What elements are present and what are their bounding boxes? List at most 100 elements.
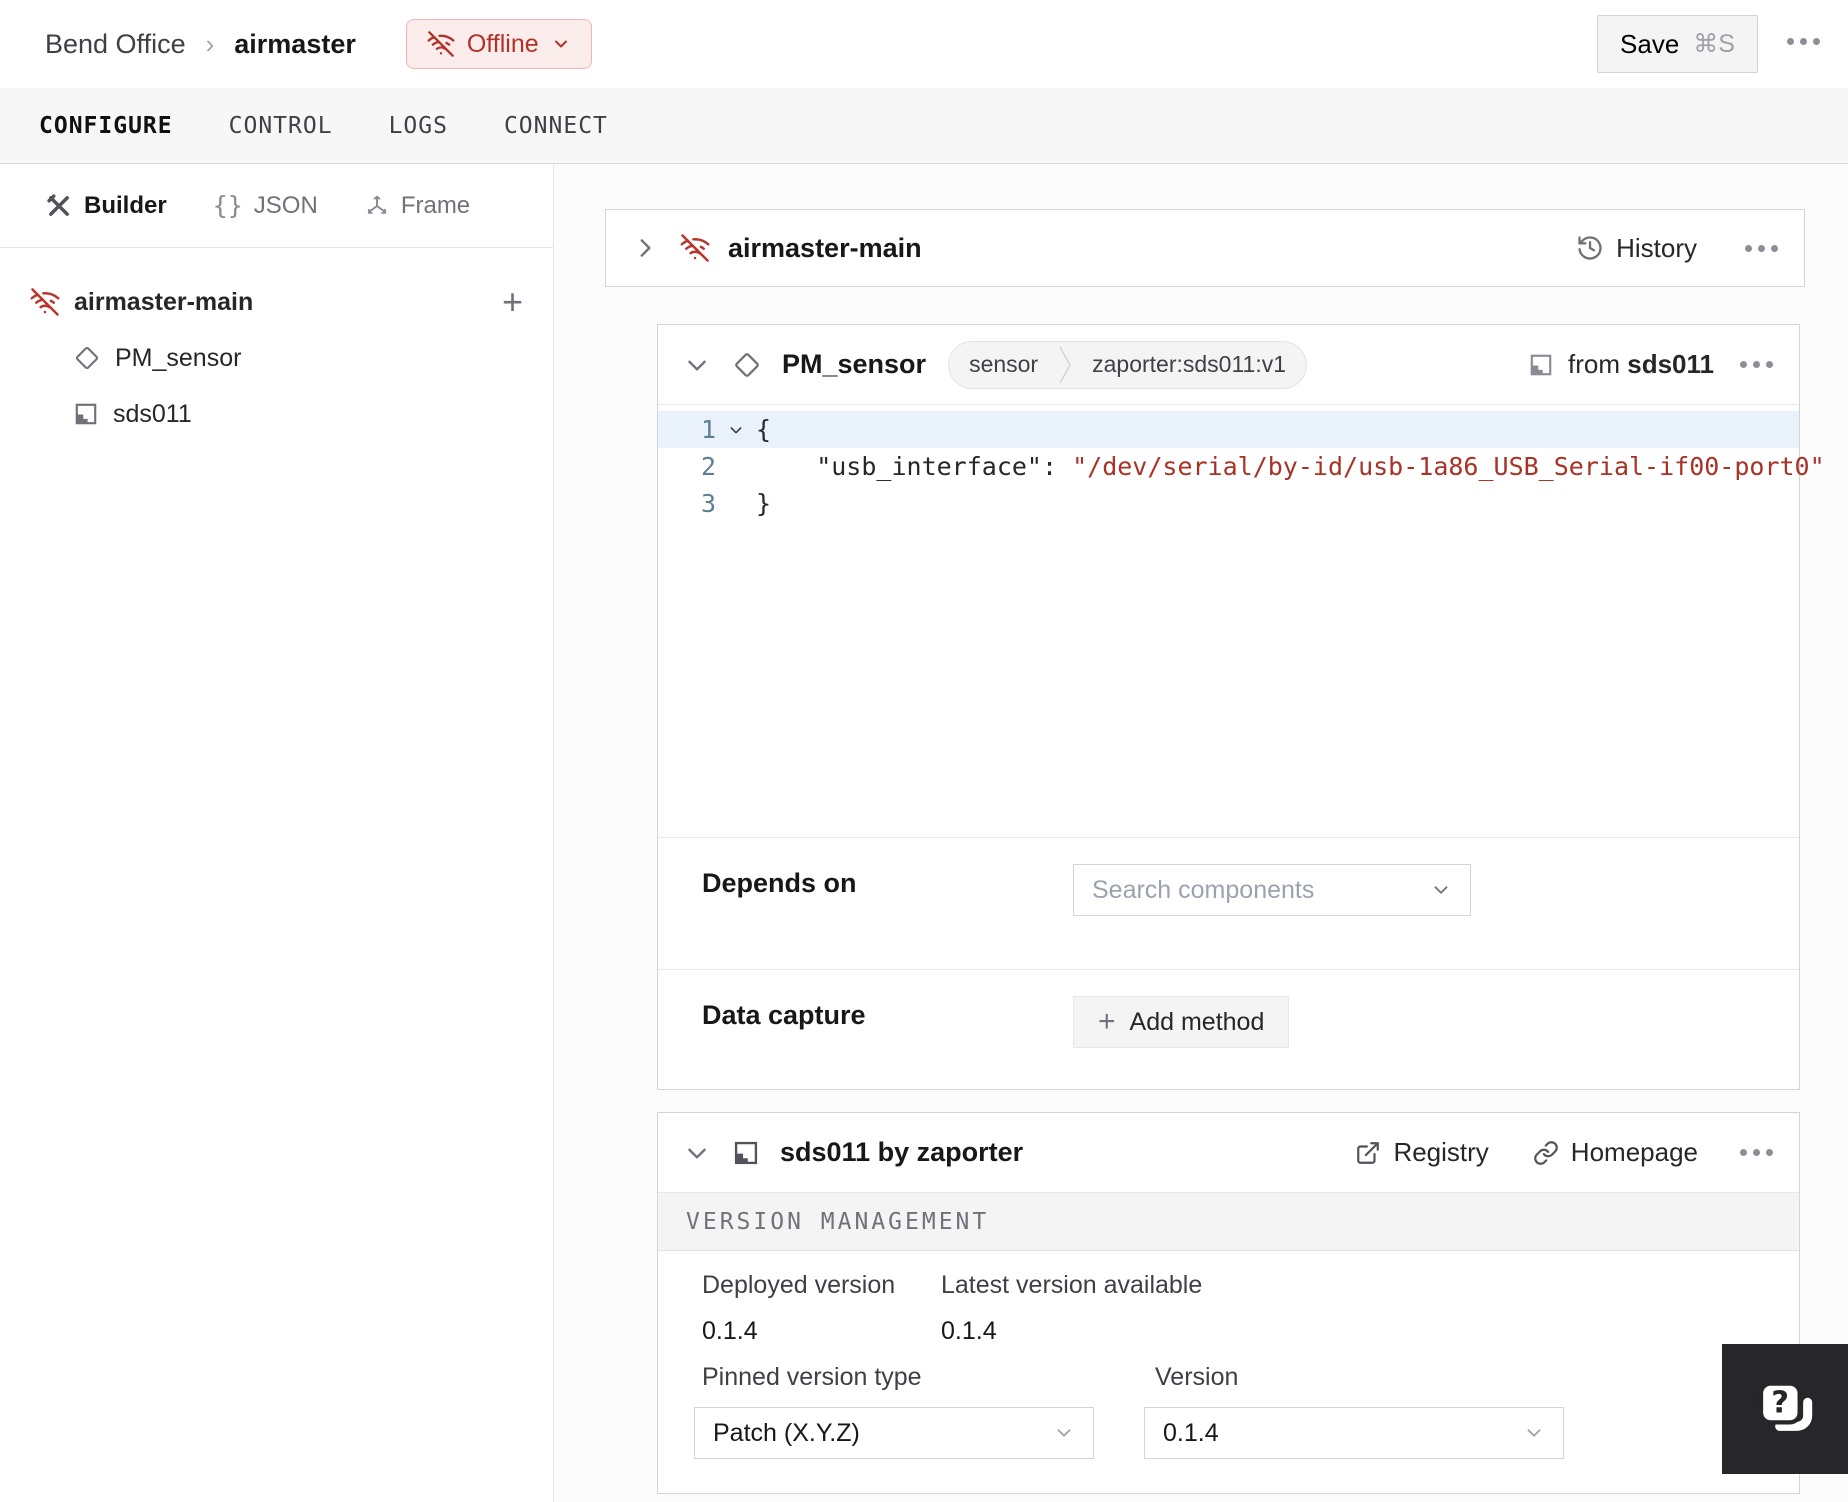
version-label: Version bbox=[1155, 1363, 1239, 1391]
breadcrumb-machine: airmaster bbox=[234, 28, 356, 59]
code-text: } bbox=[756, 489, 772, 518]
tab-configure[interactable]: CONFIGURE bbox=[39, 113, 173, 139]
machine-part-card: airmaster-main History bbox=[605, 209, 1805, 287]
fold-caret-icon[interactable] bbox=[716, 422, 756, 438]
model-badge: zaporter:sds011:v1 bbox=[1092, 351, 1287, 377]
line-number: 3 bbox=[700, 489, 716, 518]
machine-status-badge[interactable]: Offline bbox=[405, 19, 592, 69]
module-icon bbox=[732, 1139, 760, 1167]
data-capture-section: Data capture + Add method bbox=[658, 969, 1799, 1091]
tab-control[interactable]: CONTROL bbox=[229, 113, 333, 139]
line-number: 1 bbox=[700, 415, 716, 444]
tab-connect[interactable]: CONNECT bbox=[504, 113, 608, 139]
config-sidebar: Builder {} JSON Frame airmaster-main PM_… bbox=[0, 164, 554, 1502]
main-tab-bar: CONFIGURE CONTROL LOGS CONNECT bbox=[0, 88, 1848, 164]
config-mode-switcher: Builder {} JSON Frame bbox=[0, 164, 553, 248]
svg-text:?: ? bbox=[1771, 1386, 1789, 1421]
editor-line[interactable]: 3 } bbox=[658, 485, 1799, 522]
frame-axes-icon bbox=[364, 193, 390, 219]
pinned-version-type-value: Patch (X.Y.Z) bbox=[713, 1418, 860, 1447]
resource-tree: airmaster-main PM_sensor sds011 + bbox=[0, 248, 553, 442]
registry-label: Registry bbox=[1393, 1137, 1489, 1167]
version-management-heading: VERSION MANAGEMENT bbox=[658, 1193, 1799, 1251]
breadcrumb: Bend Office › airmaster bbox=[45, 29, 356, 60]
braces-icon: {} bbox=[212, 191, 243, 220]
mode-json-label: JSON bbox=[253, 191, 318, 219]
history-icon bbox=[1576, 234, 1604, 262]
depends-on-select[interactable]: Search components bbox=[1073, 864, 1471, 916]
homepage-label: Homepage bbox=[1570, 1137, 1698, 1167]
history-button[interactable]: History bbox=[1576, 233, 1697, 264]
module-more-menu-button[interactable] bbox=[1740, 1149, 1773, 1156]
chevron-down-icon bbox=[551, 34, 571, 54]
depends-on-section: Depends on Search components bbox=[658, 837, 1799, 969]
part-card-title: airmaster-main bbox=[728, 232, 922, 263]
badge-divider-chevron bbox=[1058, 343, 1072, 387]
main-panel: airmaster-main History PM_sensor sensor bbox=[554, 164, 1848, 1502]
mode-builder[interactable]: Builder bbox=[45, 192, 167, 220]
header-more-menu-button[interactable] bbox=[1787, 38, 1820, 45]
mode-json[interactable]: {} JSON bbox=[213, 191, 318, 220]
breadcrumb-separator: › bbox=[205, 28, 215, 59]
mode-frame-label: Frame bbox=[400, 191, 471, 219]
save-button[interactable]: Save ⌘S bbox=[1597, 15, 1758, 73]
add-resource-button[interactable]: + bbox=[502, 284, 523, 320]
component-type-model-badge: sensor zaporter:sds011:v1 bbox=[948, 340, 1308, 389]
registry-link[interactable]: Registry bbox=[1355, 1137, 1489, 1168]
help-chat-icon: ? bbox=[1753, 1377, 1817, 1441]
external-link-icon bbox=[1355, 1140, 1381, 1166]
tree-item-label: sds011 bbox=[113, 399, 192, 428]
code-text: { bbox=[756, 415, 772, 444]
mode-frame[interactable]: Frame bbox=[364, 192, 470, 220]
deployed-version-label: Deployed version bbox=[702, 1271, 896, 1299]
homepage-link[interactable]: Homepage bbox=[1533, 1137, 1698, 1168]
chevron-down-icon bbox=[1053, 1422, 1075, 1444]
chevron-down-icon bbox=[1523, 1422, 1545, 1444]
editor-line[interactable]: 2 "usb_interface": "/dev/serial/by-id/us… bbox=[658, 448, 1825, 485]
component-card-pm-sensor: PM_sensor sensor zaporter:sds011:v1 from… bbox=[657, 324, 1825, 1091]
component-diamond-icon bbox=[73, 344, 101, 372]
save-label: Save bbox=[1620, 28, 1680, 59]
app-header: Bend Office › airmaster Offline Save ⌘S bbox=[0, 0, 1848, 88]
code-text: "usb_interface": "/dev/serial/by-id/usb-… bbox=[756, 452, 1825, 481]
from-module-name[interactable]: sds011 bbox=[1627, 349, 1714, 379]
tree-item-label: airmaster-main bbox=[74, 287, 254, 316]
tree-item-pm-sensor[interactable]: PM_sensor bbox=[0, 330, 553, 386]
tree-item-airmaster-main[interactable]: airmaster-main bbox=[0, 274, 553, 330]
attributes-json-editor[interactable]: 1 { 2 "usb_interface": "/dev/serial/by-i… bbox=[658, 405, 1825, 837]
tab-logs[interactable]: LOGS bbox=[389, 113, 448, 139]
tree-item-sds011[interactable]: sds011 bbox=[0, 386, 553, 442]
wifi-off-icon bbox=[680, 233, 710, 263]
chevron-right-icon[interactable] bbox=[632, 235, 658, 261]
module-card-sds011: sds011 by zaporter Registry Homepage VER… bbox=[657, 1112, 1800, 1494]
breadcrumb-org[interactable]: Bend Office bbox=[45, 29, 186, 60]
component-title: PM_sensor bbox=[782, 349, 927, 379]
component-card-header: PM_sensor sensor zaporter:sds011:v1 from… bbox=[658, 325, 1799, 405]
pinned-version-type-label: Pinned version type bbox=[702, 1363, 922, 1391]
mode-builder-label: Builder bbox=[84, 191, 167, 219]
editor-line[interactable]: 1 { bbox=[658, 411, 1799, 448]
chevron-down-icon[interactable] bbox=[684, 352, 710, 378]
data-capture-label: Data capture bbox=[702, 1000, 866, 1030]
part-more-menu-button[interactable] bbox=[1745, 244, 1778, 252]
version-select[interactable]: 0.1.4 bbox=[1144, 1407, 1564, 1459]
latest-version-label: Latest version available bbox=[941, 1271, 1203, 1299]
from-module-label: from sds011 bbox=[1568, 349, 1714, 380]
module-icon bbox=[1528, 352, 1554, 378]
from-prefix: from bbox=[1568, 349, 1621, 379]
tree-item-label: PM_sensor bbox=[115, 343, 242, 372]
pinned-version-type-select[interactable]: Patch (X.Y.Z) bbox=[694, 1407, 1094, 1459]
module-card-header: sds011 by zaporter Registry Homepage bbox=[658, 1113, 1799, 1193]
add-method-label: Add method bbox=[1129, 1007, 1265, 1036]
component-diamond-icon bbox=[732, 350, 762, 380]
history-label: History bbox=[1616, 232, 1697, 263]
save-shortcut: ⌘S bbox=[1693, 30, 1735, 58]
status-label: Offline bbox=[466, 29, 539, 58]
chevron-down-icon[interactable] bbox=[684, 1140, 710, 1166]
component-more-menu-button[interactable] bbox=[1740, 361, 1773, 368]
help-button[interactable]: ? bbox=[1722, 1344, 1848, 1474]
line-number: 2 bbox=[700, 452, 716, 481]
type-badge: sensor bbox=[969, 351, 1039, 377]
add-method-button[interactable]: + Add method bbox=[1073, 996, 1290, 1048]
wifi-off-icon bbox=[30, 287, 60, 317]
